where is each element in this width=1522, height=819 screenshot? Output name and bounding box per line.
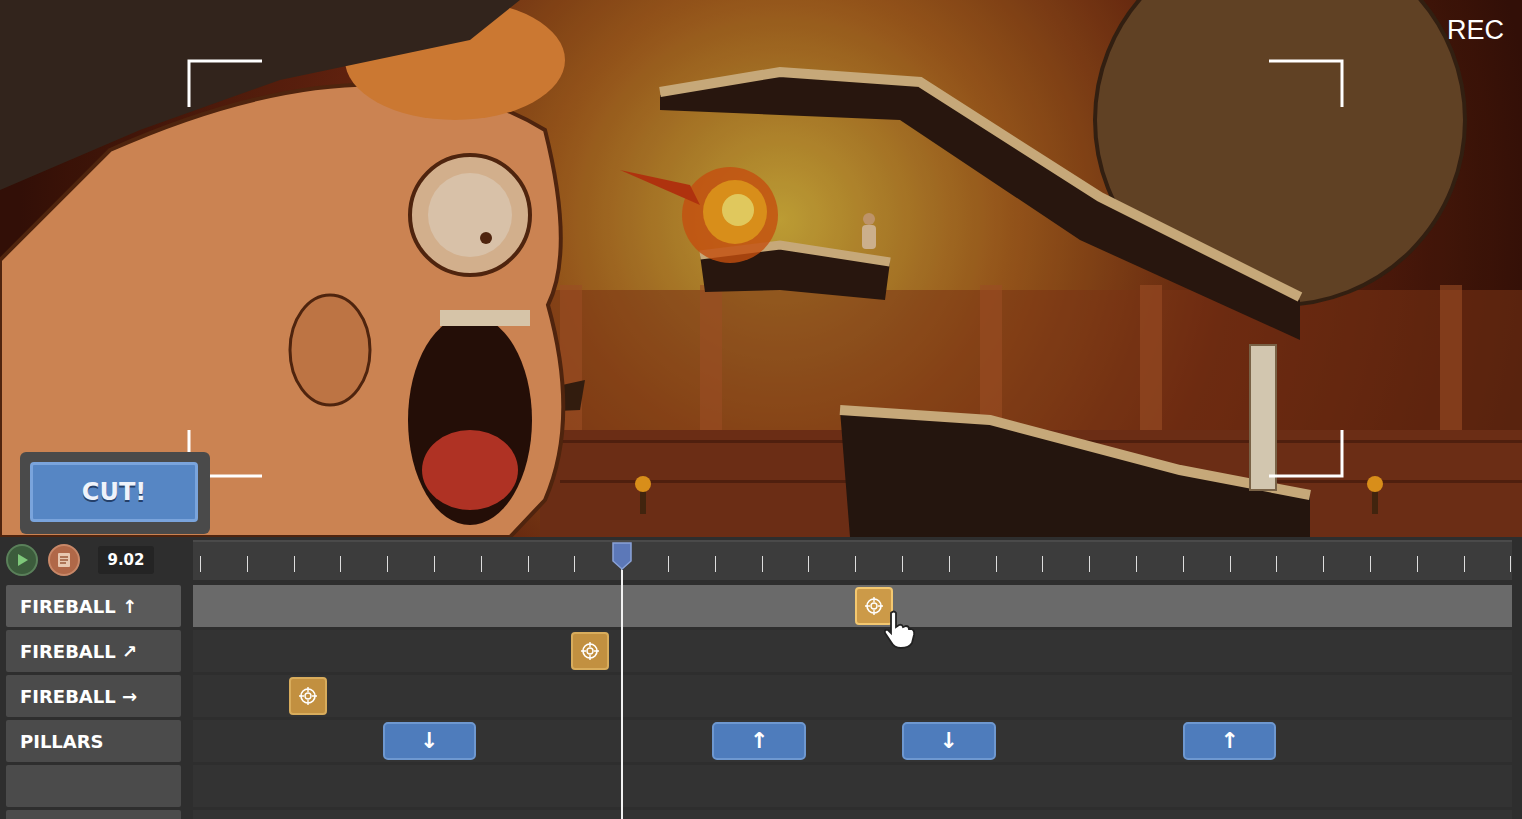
- track-row: FIREBALL ↑: [6, 585, 1512, 627]
- fireball-marker[interactable]: [571, 632, 609, 670]
- ruler-tick: [715, 556, 716, 572]
- scene-illustration: [0, 0, 1522, 537]
- pillar-direction: ↑: [750, 730, 768, 752]
- notes-button[interactable]: [48, 544, 80, 576]
- ruler-tick: [1510, 556, 1511, 572]
- fireball-marker[interactable]: [855, 587, 893, 625]
- track-row: FIREBALL ↗: [6, 630, 1512, 672]
- game-scene: REC CUT!: [0, 0, 1522, 537]
- ruler-tick: [1042, 556, 1043, 572]
- pillar-direction: ↑: [1220, 730, 1238, 752]
- playback-controls: 9.02: [6, 540, 181, 580]
- fireball-marker[interactable]: [289, 677, 327, 715]
- ruler-tick: [949, 556, 950, 572]
- track-lane[interactable]: [193, 675, 1512, 717]
- playhead-line: [621, 570, 623, 819]
- track-lane[interactable]: ↓ ↑ ↓ ↑: [193, 720, 1512, 762]
- page-icon: [57, 552, 71, 568]
- ruler-tick: [434, 556, 435, 572]
- ruler-tick: [808, 556, 809, 572]
- track-label[interactable]: FIREBALL →: [6, 675, 181, 717]
- camera-frame: [0, 0, 1522, 537]
- pillar-marker[interactable]: ↓: [902, 722, 996, 760]
- empty-track-label: [6, 810, 181, 819]
- crosshair-icon: [580, 641, 600, 661]
- play-button[interactable]: [6, 544, 38, 576]
- track-row: FIREBALL →: [6, 675, 1512, 717]
- ruler-tick: [387, 556, 388, 572]
- recording-indicator: REC: [1447, 14, 1504, 46]
- ruler-tick: [1136, 556, 1137, 572]
- pillar-marker[interactable]: ↑: [712, 722, 806, 760]
- ruler-tick: [294, 556, 295, 572]
- ruler-tick: [247, 556, 248, 572]
- ruler-tick: [855, 556, 856, 572]
- ruler-tick: [340, 556, 341, 572]
- track-row: PILLARS ↓ ↑ ↓ ↑: [6, 720, 1512, 762]
- timeline: 9.02 FIREBALL ↑ FIREBALL ↗ FIREBALL → PI…: [0, 537, 1522, 819]
- ruler-tick: [1183, 556, 1184, 572]
- ruler-tick: [200, 556, 201, 572]
- ruler-tick: [528, 556, 529, 572]
- ruler-tick: [1323, 556, 1324, 572]
- ruler-tick: [481, 556, 482, 572]
- pillar-direction: ↓: [420, 730, 438, 752]
- track-lane[interactable]: [193, 585, 1512, 627]
- ruler-tick: [1276, 556, 1277, 572]
- ruler-tick: [1089, 556, 1090, 572]
- empty-track-lane: [193, 810, 1512, 819]
- pillar-marker[interactable]: ↓: [383, 722, 477, 760]
- ruler-tick: [762, 556, 763, 572]
- empty-track-label: [6, 765, 181, 807]
- empty-track-lane: [193, 765, 1512, 807]
- time-display: 9.02: [98, 546, 154, 574]
- track-label[interactable]: FIREBALL ↑: [6, 585, 181, 627]
- play-icon: [15, 553, 29, 567]
- ruler-tick: [1370, 556, 1371, 572]
- time-ruler[interactable]: [193, 540, 1512, 580]
- ruler-tick: [668, 556, 669, 572]
- pillar-marker[interactable]: ↑: [1183, 722, 1277, 760]
- ruler-tick: [996, 556, 997, 572]
- ruler-tick: [1464, 556, 1465, 572]
- playhead[interactable]: [612, 542, 632, 819]
- editor-screen: REC CUT! 9.02 FIREBALL ↑ FIREBALL ↗ FIRE…: [0, 0, 1522, 819]
- track-label[interactable]: PILLARS: [6, 720, 181, 762]
- ruler-tick: [1417, 556, 1418, 572]
- cut-panel: CUT!: [20, 452, 210, 534]
- empty-track-row: [6, 765, 1512, 807]
- playhead-handle-icon: [612, 542, 632, 570]
- timeline-toolbar: 9.02: [6, 540, 1512, 580]
- ruler-tick: [1230, 556, 1231, 572]
- pillar-direction: ↓: [940, 730, 958, 752]
- track-label[interactable]: FIREBALL ↗: [6, 630, 181, 672]
- hand-cursor-icon: [881, 609, 917, 649]
- cut-button[interactable]: CUT!: [30, 462, 198, 522]
- crosshair-icon: [864, 596, 884, 616]
- ruler-tick: [574, 556, 575, 572]
- empty-track-row: [6, 810, 1512, 819]
- track-lane[interactable]: [193, 630, 1512, 672]
- crosshair-icon: [298, 686, 318, 706]
- ruler-tick: [902, 556, 903, 572]
